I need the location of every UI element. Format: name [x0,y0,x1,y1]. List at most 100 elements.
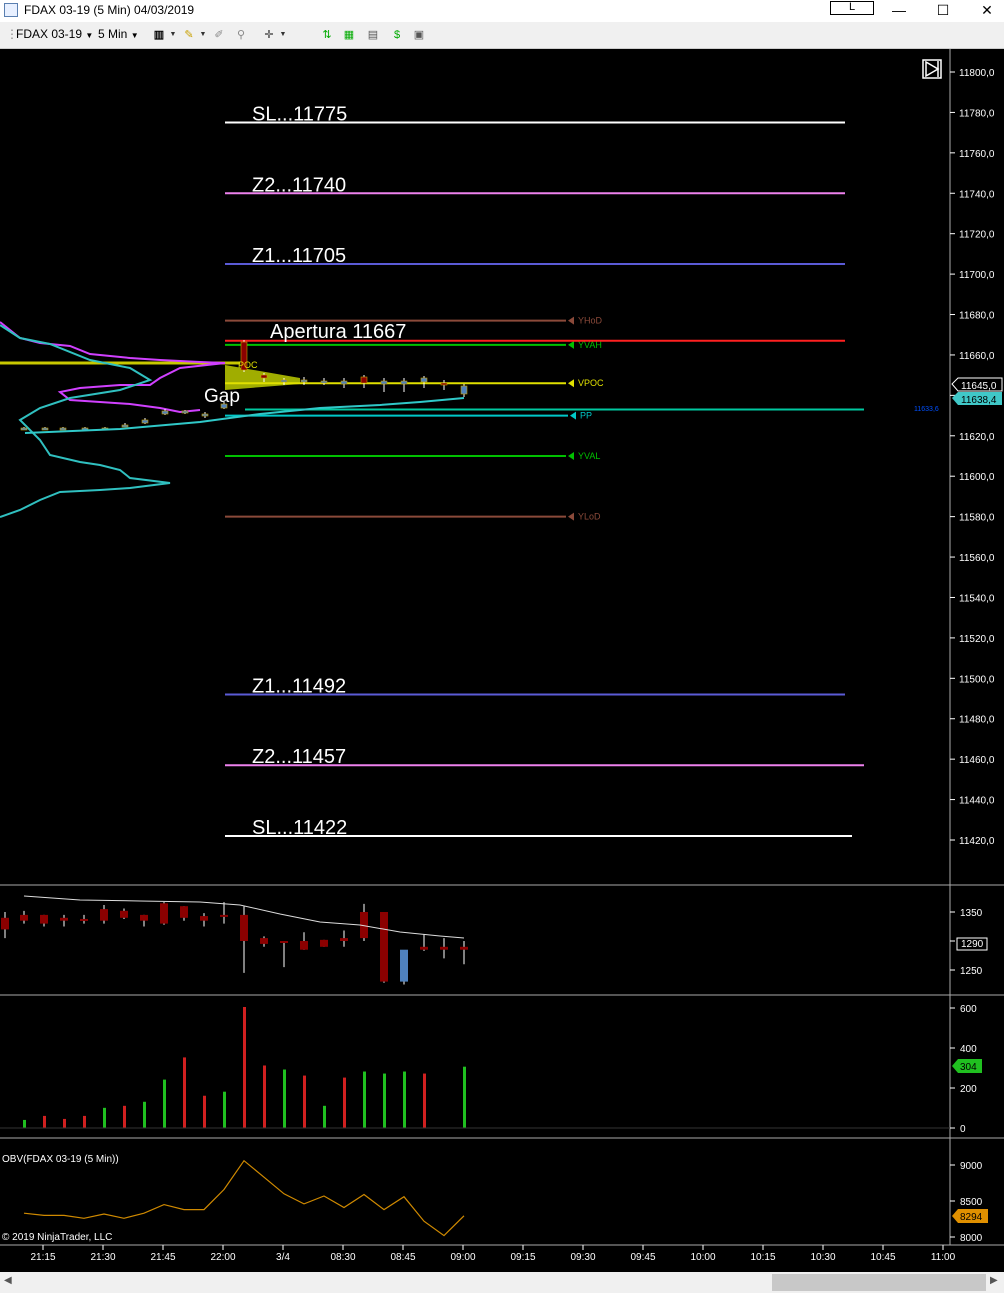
time-tick-label: 10:00 [690,1252,715,1263]
price-tick-label: 11780,0 [959,108,995,119]
sub-candle-body [280,941,288,943]
time-tick-label: 10:30 [810,1252,835,1263]
sub-tick-label: 1350 [960,908,983,919]
scroll-left-icon[interactable]: ◀ [4,1275,12,1286]
sub-candle-body [260,938,268,944]
play-icon[interactable] [922,59,942,79]
apertura-label: Apertura 11667 [270,321,406,343]
pin-icon[interactable]: ⚲ [234,28,248,42]
candle-body [380,380,388,385]
stay-in-draw-icon[interactable]: ✐ [212,28,226,42]
current-price-badge: 11645,0 [951,377,1003,392]
candle-body [201,413,209,417]
price-tick-label: 11500,0 [959,674,995,685]
time-tick-label: 08:45 [390,1252,415,1263]
indicators-icon[interactable]: ▦ [342,28,356,42]
profile-level-marker [568,512,574,521]
volume-tick-label: 600 [960,1004,977,1015]
sub-candle-body [100,909,108,921]
level-label: Z1...11705 [252,245,346,267]
trade-icon[interactable]: $ [390,28,404,42]
level-label: Z2...11457 [252,746,346,768]
sub-candle-body [460,946,468,950]
candle-body [440,382,448,386]
candle-body [161,410,169,415]
time-tick-label: 21:45 [150,1252,175,1263]
chart-app-icon [4,3,18,17]
volume-bar [43,1115,46,1128]
time-tick-label: 09:30 [570,1252,595,1263]
chevron-down-icon[interactable]: ▼ [276,28,290,42]
candle-body [420,377,428,383]
chevron-down-icon[interactable]: ▼ [196,28,210,42]
volume-bar [363,1071,366,1128]
time-tick-label: 22:00 [210,1252,235,1263]
sub-candle-body [20,914,28,921]
scrollbar-thumb[interactable] [772,1274,986,1291]
candle-body [59,427,67,431]
profile-level-marker [568,379,574,388]
volume-bar [463,1066,466,1128]
data-box-icon[interactable]: ▣ [412,28,426,42]
chart-toolbar: ⋮ FDAX 03-19 ▼ 5 Min ▼ ▥ ▼ ✎ ▼ ✐ ⚲ ✛ ▼ ⇅… [0,22,1004,49]
time-tick-label: 11:00 [931,1252,956,1263]
volume-tick-label: 0 [960,1124,966,1135]
price-tick-label: 11480,0 [959,715,995,726]
price-tick-label: 11460,0 [959,755,995,766]
timeframe-selector[interactable]: 5 Min ▼ [98,27,139,41]
sub-candle-body [140,914,148,921]
sub-candle-body [180,906,188,918]
strategies-icon[interactable]: ⇅ [320,28,334,42]
profile-level-marker [568,340,574,349]
level-label: SL...11775 [252,104,347,126]
candle-body [300,379,308,383]
minimize-button[interactable]: — [876,0,922,22]
volume-bar [83,1115,86,1128]
bar-style-icon[interactable]: ▥ [152,28,166,42]
candle-body [260,374,268,379]
chevron-down-icon: ▼ [130,31,139,40]
sub-candle-body [60,917,68,921]
price-tick-label: 11620,0 [959,432,995,443]
maximize-button[interactable]: ☐ [920,0,966,22]
chart-properties-icon[interactable]: ▤ [366,28,380,42]
instrument-label: FDAX 03-19 [16,27,83,41]
chevron-down-icon[interactable]: ▼ [166,28,180,42]
level-label: Z1...11492 [252,675,346,697]
drawing-tool-icon[interactable]: ✎ [182,28,196,42]
price-tick-label: 11560,0 [959,553,995,564]
sub-candle-body [240,914,248,941]
candle-body [181,410,189,414]
volume-bar [63,1118,66,1128]
sub-candle-body [340,938,348,941]
candle-body [20,427,28,431]
pp-right-label: 11633,6 [914,406,939,413]
time-tick-label: 10:15 [750,1252,775,1263]
time-tick-label: 21:30 [90,1252,115,1263]
chart-area[interactable]: SL...11775 Z2...11740 Z1...11705 Z1...11492… [0,49,1004,1270]
volume-bar [183,1057,186,1128]
sub-candle-body [320,939,328,947]
sub-candle-body [120,910,128,918]
obv-axis: 9000 8500 8000 [950,1161,983,1244]
instrument-selector[interactable]: FDAX 03-19 ▼ [16,27,93,41]
horizontal-scrollbar[interactable]: ◀ ▶ [0,1272,1004,1293]
gap-label: Gap [204,386,240,407]
layout-button[interactable]: L [830,1,874,15]
sub-candle-body [220,914,228,917]
profile-level-marker [568,316,574,325]
crosshair-icon[interactable]: ✛ [262,28,276,42]
time-tick-label: 08:30 [330,1252,355,1263]
volume-bar [203,1095,206,1128]
volume-bar [163,1079,166,1128]
sub-candle-body [400,949,408,982]
window-title: FDAX 03-19 (5 Min) 04/03/2019 [24,3,195,17]
close-button[interactable]: ✕ [964,0,1004,22]
profile-level-label: VPOC [578,378,604,388]
scroll-right-icon[interactable]: ▶ [990,1275,998,1286]
sub-candle-body [380,912,388,982]
price-tick-label: 11580,0 [959,513,995,524]
obv-tick-label: 9000 [960,1161,983,1172]
price-tick-label: 11520,0 [959,634,995,645]
sub-candle-body [160,903,168,924]
